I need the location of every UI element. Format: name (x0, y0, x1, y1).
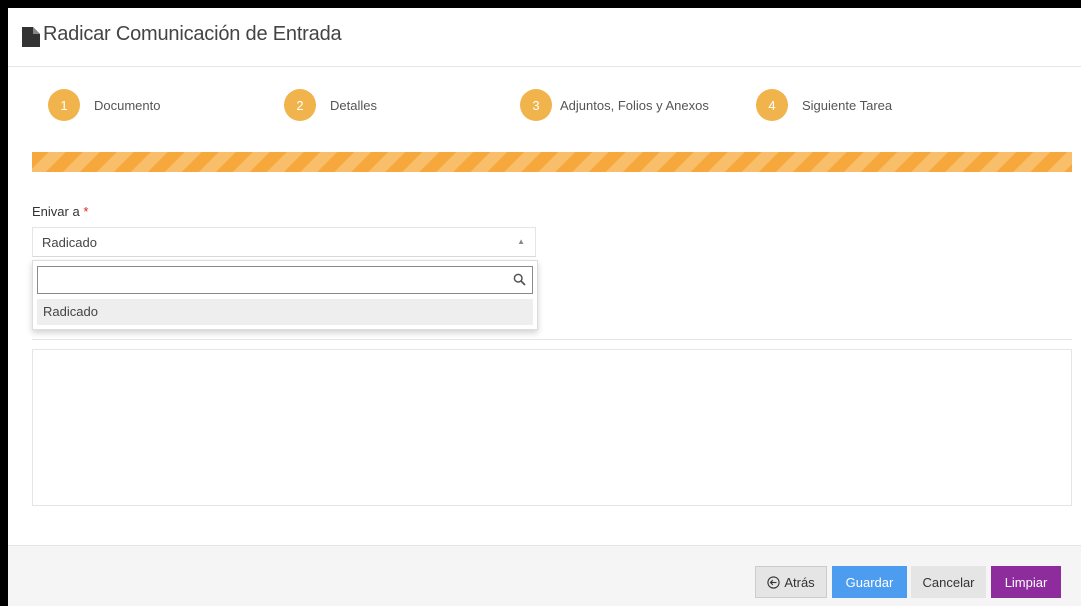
send-to-label: Enivar a * (32, 204, 88, 219)
section-divider (32, 339, 1072, 340)
app-window: Radicar Comunicación de Entrada 1 Docume… (8, 8, 1081, 606)
wizard-step-documento[interactable]: 1 Documento (48, 89, 160, 121)
dropdown-search-input[interactable] (38, 267, 508, 293)
send-to-selected-value: Radicado (42, 235, 97, 250)
step-label: Siguiente Tarea (802, 97, 893, 113)
step-label: Detalles (330, 97, 377, 113)
cancel-button[interactable]: Cancelar (911, 566, 986, 598)
step-number: 1 (48, 89, 80, 121)
wizard-step-adjuntos[interactable]: 3 Adjuntos, Folios y Anexos (520, 89, 709, 121)
step-label: Adjuntos, Folios y Anexos (560, 97, 709, 113)
wizard-progress-bar (32, 152, 1072, 172)
wizard-step-siguiente-tarea[interactable]: 4 Siguiente Tarea (756, 89, 892, 121)
content-area[interactable] (32, 349, 1072, 506)
send-to-select[interactable]: Radicado ▲ (32, 227, 536, 257)
form-footer: Atrás Guardar Cancelar Limpiar (8, 545, 1081, 606)
clear-button[interactable]: Limpiar (991, 566, 1061, 598)
page-title: Radicar Comunicación de Entrada (43, 23, 342, 45)
required-marker: * (83, 204, 89, 219)
send-to-dropdown: Radicado (32, 260, 538, 330)
save-button[interactable]: Guardar (832, 566, 907, 598)
title-bar: Radicar Comunicación de Entrada (8, 8, 1081, 67)
arrow-left-circle-icon (767, 575, 780, 589)
wizard-steps: 1 Documento 2 Detalles 3 Adjuntos, Folio… (8, 66, 1081, 166)
file-icon (22, 27, 40, 47)
step-number: 2 (284, 89, 316, 121)
search-icon (513, 273, 526, 286)
wizard-step-detalles[interactable]: 2 Detalles (284, 89, 377, 121)
caret-up-icon: ▲ (517, 237, 525, 246)
step-label: Documento (94, 97, 161, 113)
back-button-label: Atrás (784, 574, 815, 590)
dropdown-search-box (37, 266, 533, 294)
step-number: 3 (520, 89, 552, 121)
dropdown-option-radicado[interactable]: Radicado (37, 299, 533, 325)
back-button[interactable]: Atrás (755, 566, 827, 598)
send-to-label-text: Enivar a (32, 204, 80, 219)
step-number: 4 (756, 89, 788, 121)
